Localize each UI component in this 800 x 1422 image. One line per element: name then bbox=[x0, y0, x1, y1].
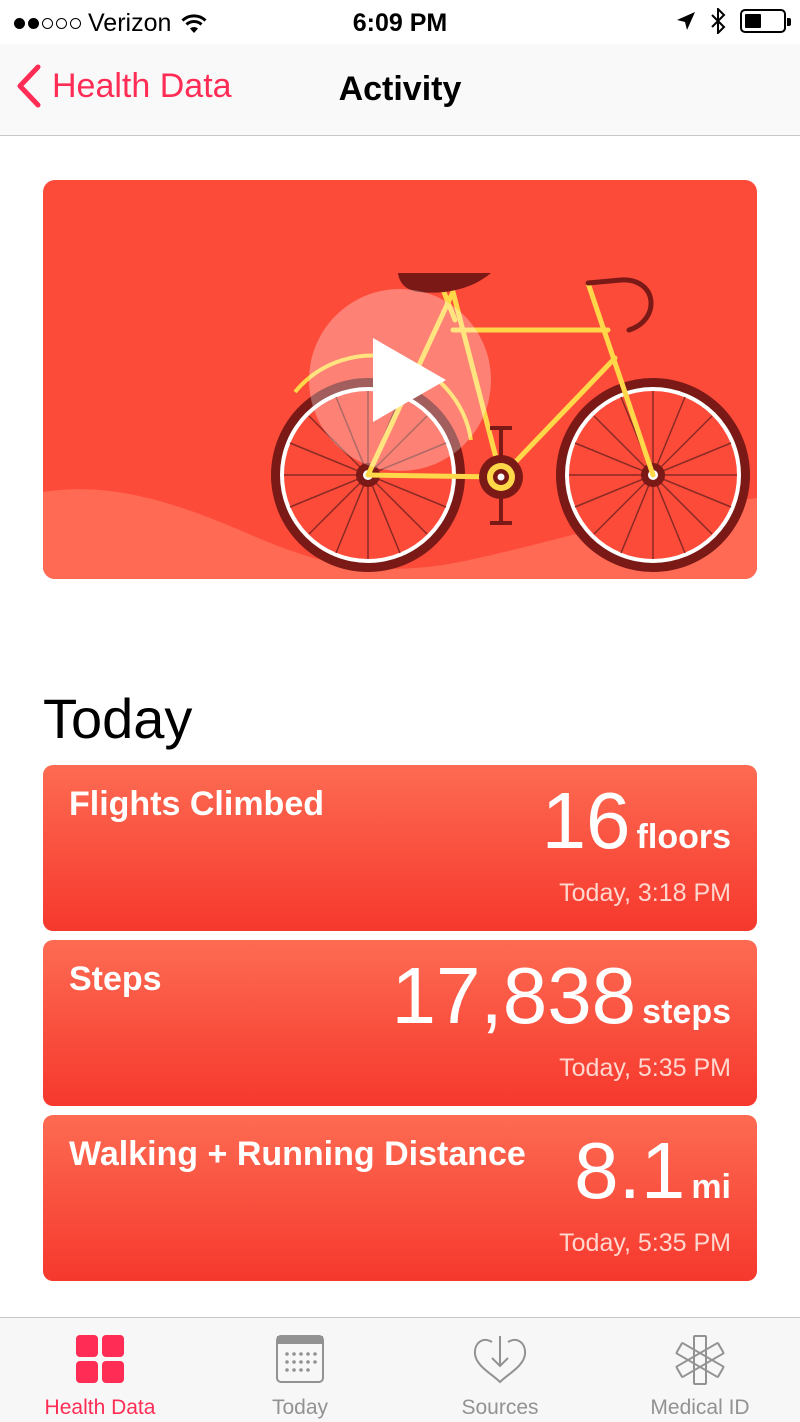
tab-today[interactable]: Today bbox=[200, 1318, 400, 1422]
card-unit: floors bbox=[636, 818, 731, 856]
tab-label: Medical ID bbox=[650, 1396, 750, 1419]
heart-download-icon bbox=[473, 1336, 527, 1384]
status-right bbox=[676, 8, 791, 34]
tab-medical-id[interactable]: Medical ID bbox=[600, 1318, 800, 1422]
card-value: 8.1 bbox=[574, 1126, 686, 1215]
section-title-today: Today bbox=[43, 687, 193, 750]
battery-icon bbox=[740, 9, 791, 33]
navigation-bar: Health Data Activity bbox=[0, 44, 800, 136]
calendar-icon bbox=[276, 1335, 324, 1383]
steps-card[interactable]: Steps 17,838 steps Today, 5:35 PM bbox=[43, 940, 757, 1106]
card-unit: mi bbox=[691, 1168, 731, 1206]
bicycle-illustration bbox=[43, 273, 757, 579]
card-value-group: 16 floors bbox=[542, 781, 731, 861]
flights-climbed-card[interactable]: Flights Climbed 16 floors Today, 3:18 PM bbox=[43, 765, 757, 931]
tab-bar: Health Data Today Sources Medical ID bbox=[0, 1317, 800, 1422]
status-bar: Verizon 6:09 PM bbox=[0, 0, 800, 44]
tab-health-data[interactable]: Health Data bbox=[0, 1318, 200, 1422]
card-value-group: 17,838 steps bbox=[391, 956, 731, 1036]
card-label: Walking + Running Distance bbox=[69, 1135, 526, 1173]
grid-icon bbox=[76, 1335, 124, 1383]
play-button[interactable] bbox=[309, 289, 491, 471]
tab-label: Today bbox=[271, 1396, 329, 1419]
card-value-group: 8.1 mi bbox=[574, 1131, 731, 1211]
walking-running-distance-card[interactable]: Walking + Running Distance 8.1 mi Today,… bbox=[43, 1115, 757, 1281]
page-title: Activity bbox=[338, 70, 462, 108]
tab-label: Health Data bbox=[44, 1396, 156, 1419]
card-value: 17,838 bbox=[391, 951, 637, 1040]
card-label: Steps bbox=[69, 960, 162, 998]
bluetooth-icon bbox=[711, 8, 726, 34]
card-label: Flights Climbed bbox=[69, 785, 324, 823]
tab-label: Sources bbox=[461, 1396, 539, 1419]
location-arrow-icon bbox=[677, 12, 695, 30]
card-timestamp: Today, 5:35 PM bbox=[559, 1229, 731, 1257]
card-unit: steps bbox=[642, 993, 731, 1031]
tab-sources[interactable]: Sources bbox=[400, 1318, 600, 1422]
star-of-life-icon bbox=[675, 1335, 725, 1385]
card-timestamp: Today, 5:35 PM bbox=[559, 1054, 731, 1082]
card-timestamp: Today, 3:18 PM bbox=[559, 879, 731, 907]
activity-video-card[interactable] bbox=[43, 180, 757, 579]
card-value: 16 bbox=[541, 776, 631, 865]
